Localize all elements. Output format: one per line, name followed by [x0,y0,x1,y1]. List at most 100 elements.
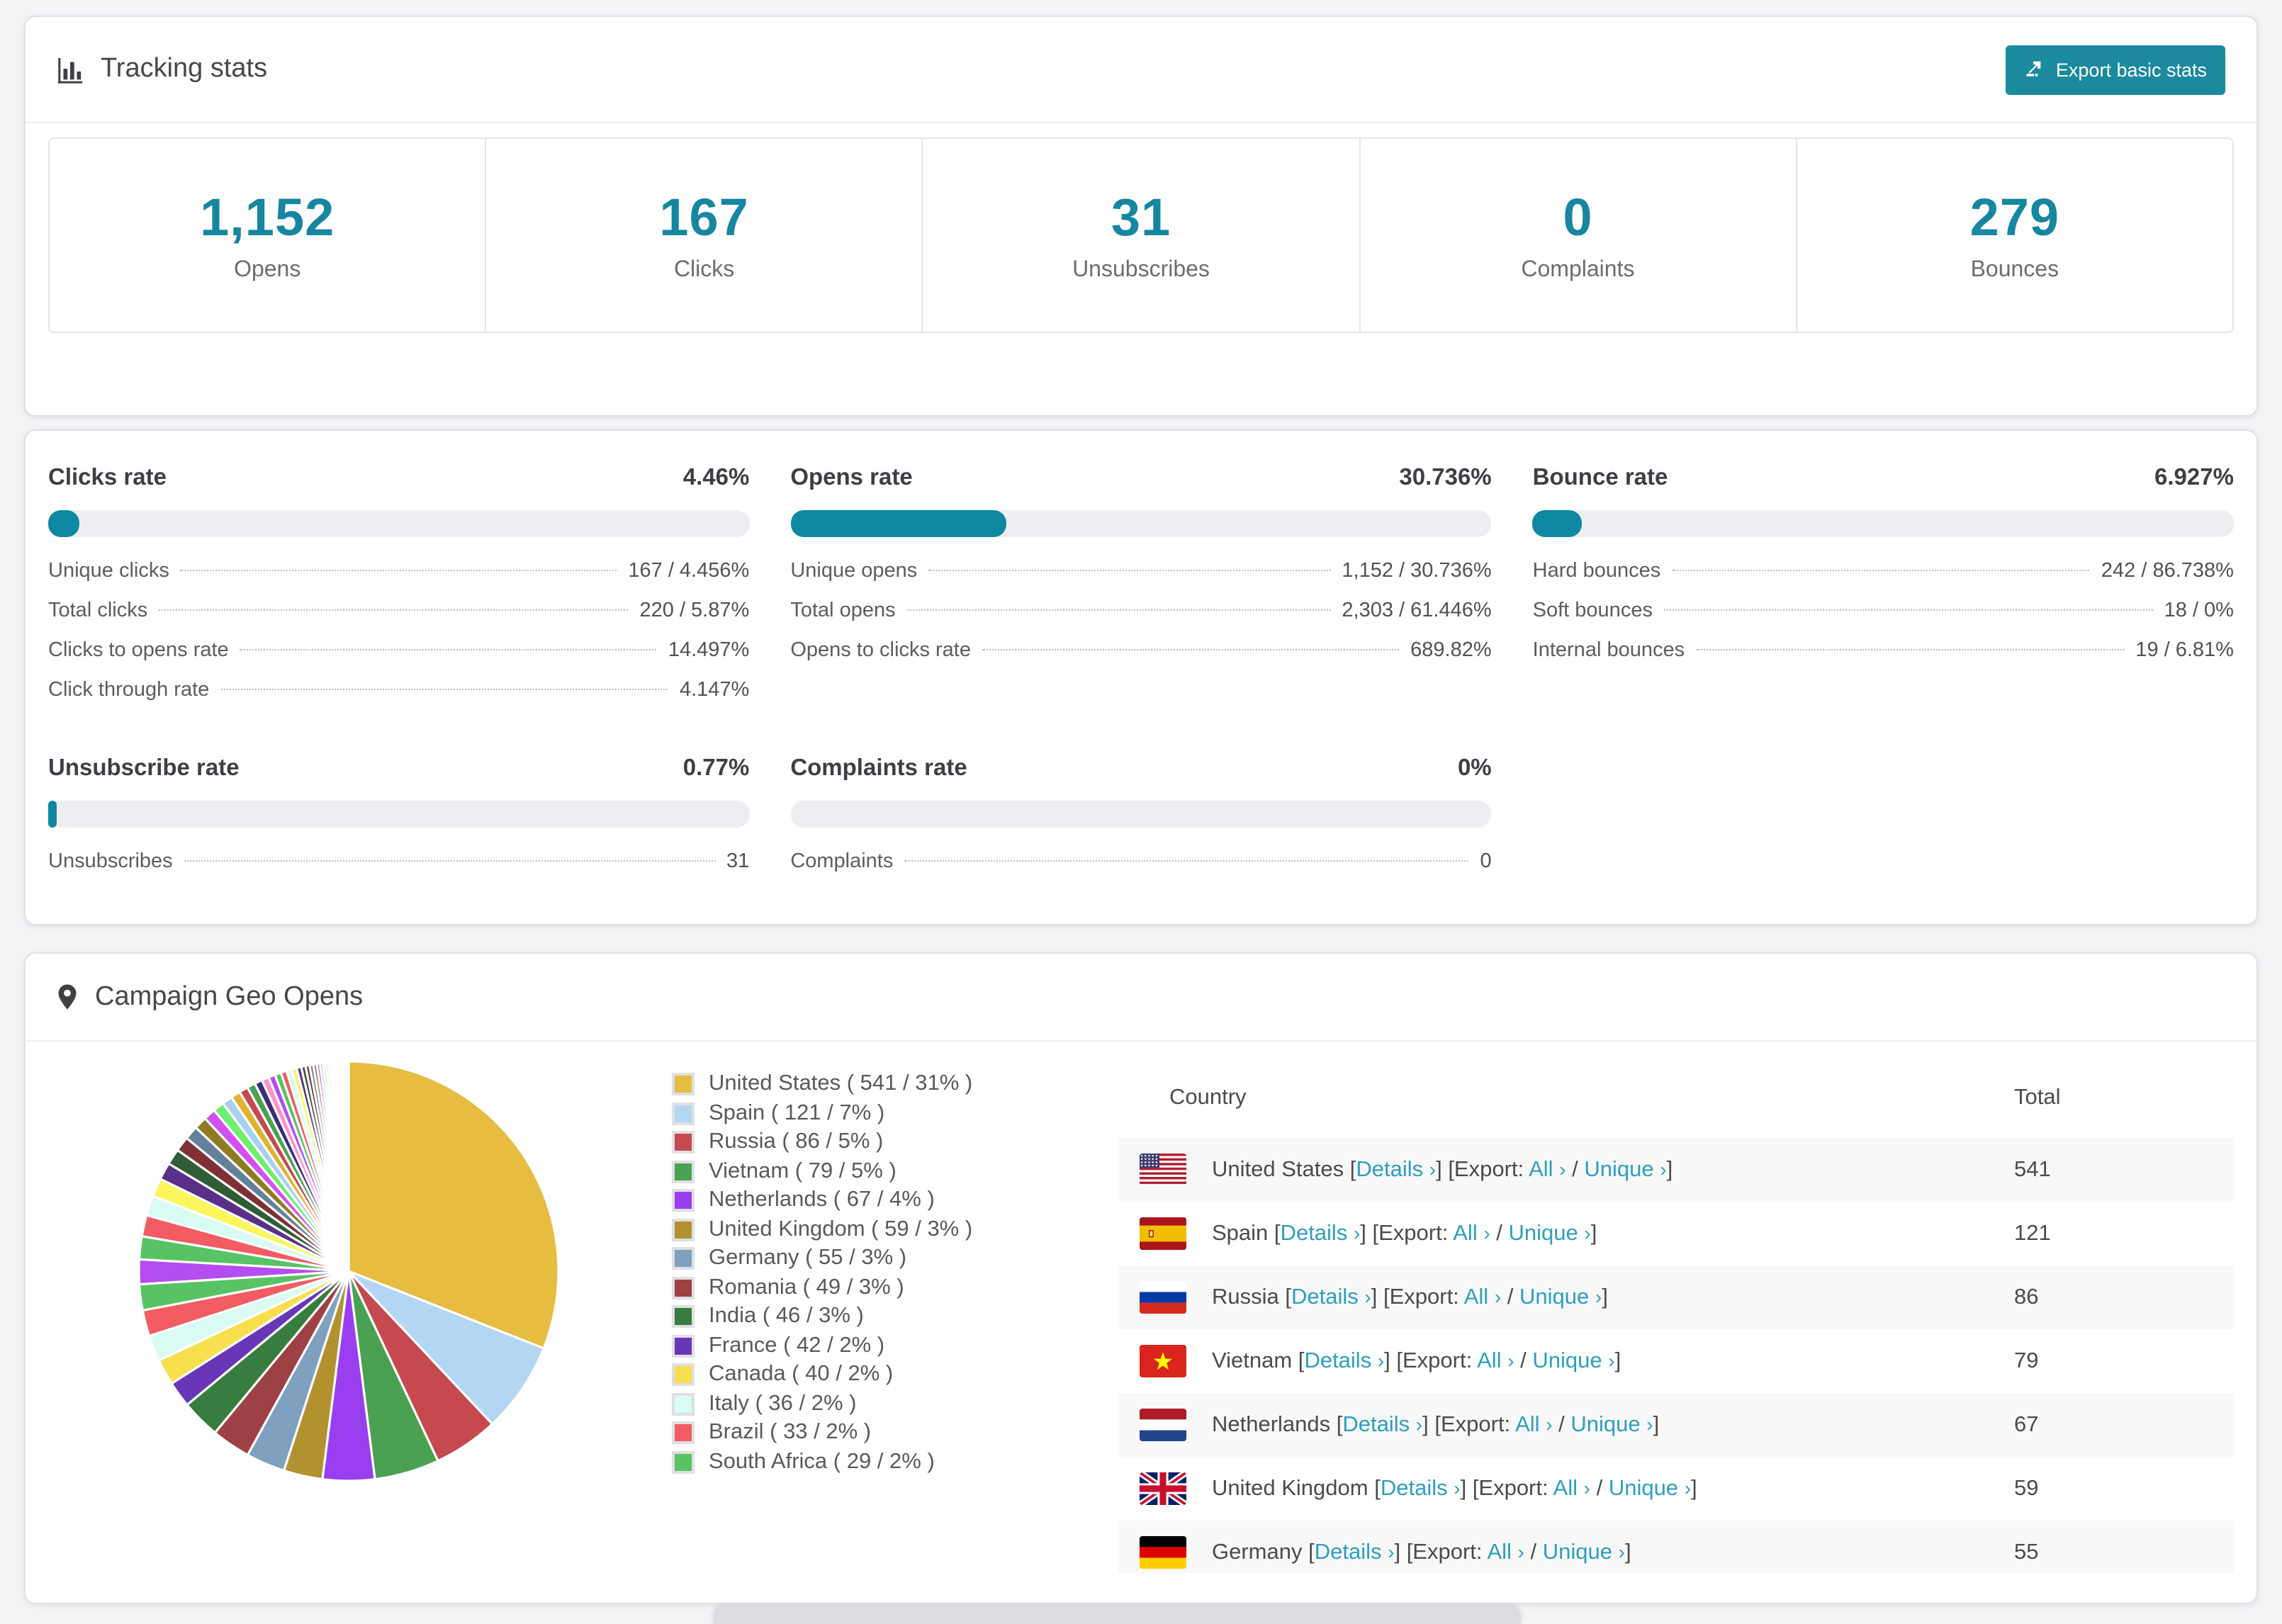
country-total: 67 [2014,1412,2039,1436]
country-cell: Spain [Details ›] [Export: All › / Uniqu… [1118,1217,2014,1250]
details-link[interactable]: Details › [1304,1348,1384,1372]
stat-label: Bounces [1970,257,2059,281]
chevron-right-icon: › [1546,1412,1553,1435]
export-all-link[interactable]: All › [1477,1348,1514,1372]
es-flag-icon [1140,1217,1186,1250]
chevron-right-icon: › [1415,1412,1423,1435]
rate-detail-value: 689.82% [1410,639,1492,662]
chevron-right-icon: › [1494,1285,1502,1307]
tracking-stats-header: Tracking stats Export basic stats [26,17,2256,123]
legend-label: India ( 46 / 3% ) [709,1304,864,1329]
bottom-sheet-edge [713,1606,1521,1624]
country-links-text: United Kingdom [Details ›] [Export: All … [1212,1476,1697,1500]
geo-table-wrap: Country Total United States [Details ›] … [1118,1059,2234,1584]
export-icon [2025,57,2045,81]
gb-flag-icon [1140,1472,1186,1505]
country-total: 86 [2014,1285,2039,1309]
legend-swatch [672,1305,695,1329]
rate-progress-fill [48,510,80,537]
country-links-text: Germany [Details ›] [Export: All › / Uni… [1212,1540,1631,1564]
chevron-right-icon: › [1559,1157,1566,1180]
rate-detail-value: 242 / 86.738% [2101,560,2234,582]
export-unique-link[interactable]: Unique › [1609,1476,1691,1500]
export-all-link[interactable]: All › [1515,1412,1552,1436]
rate-detail-row: Unique opens 1,152 / 30.736% [790,560,1491,599]
legend-swatch [672,1247,695,1270]
country-total: 59 [2014,1476,2039,1500]
country-name: Vietnam [1212,1348,1293,1372]
stat-label: Opens [234,257,301,281]
export-unique-link[interactable]: Unique › [1509,1221,1591,1245]
country-total: 121 [2014,1221,2051,1245]
stat-box-opens: 1,152 Opens [50,139,487,332]
rate-value: 0% [1457,755,1492,781]
rate-detail-label: Total clicks [48,599,148,622]
rate-detail-label: Unique opens [790,560,918,582]
country-links-text: Netherlands [Details ›] [Export: All › /… [1212,1412,1660,1436]
details-link[interactable]: Details › [1342,1412,1422,1436]
chevron-right-icon: › [1429,1157,1437,1180]
legend-label: Spain ( 121 / 7% ) [709,1100,885,1125]
export-basic-stats-button[interactable]: Export basic stats [2006,45,2225,94]
export-unique-link[interactable]: Unique › [1570,1412,1653,1436]
country-total: 541 [2014,1157,2051,1181]
chevron-right-icon: › [1454,1476,1461,1499]
legend-item-romania: Romania ( 49 / 3% ) [672,1273,1118,1302]
legend-swatch [672,1392,695,1416]
legend-item-vietnam: Vietnam ( 79 / 5% ) [672,1157,1118,1186]
pie-slice [346,1060,350,1273]
rate-block-bounce-rate: Bounce rate 6.927% Hard bounces 242 / 86.73… [1532,465,2234,718]
country-links-text: Vietnam [Details ›] [Export: All › / Uni… [1212,1348,1621,1372]
rate-detail-label: Hard bounces [1532,560,1661,582]
us-flag-icon [1140,1154,1186,1186]
geo-country-table: Country Total United States [Details ›] … [1118,1059,2234,1584]
export-all-link[interactable]: All › [1453,1221,1490,1245]
export-unique-link[interactable]: Unique › [1519,1285,1602,1309]
country-total: 79 [2014,1348,2039,1372]
stat-box-bounces: 279 Bounces [1797,139,2232,332]
details-link[interactable]: Details › [1291,1285,1371,1309]
country-cell: Russia [Details ›] [Export: All › / Uniq… [1118,1281,2014,1314]
chevron-right-icon: › [1584,1221,1591,1244]
rates-grid: Clicks rate 4.46% Unique clicks 167 / 4.456… [26,431,2256,890]
details-link[interactable]: Details › [1356,1157,1436,1181]
export-unique-link[interactable]: Unique › [1543,1540,1625,1564]
rate-title: Bounce rate [1532,465,1668,490]
legend-swatch [672,1218,695,1241]
stat-label: Complaints [1521,257,1635,281]
rate-detail-label: Opens to clicks rate [790,639,971,662]
rate-progress-track [790,801,1492,828]
country-links-text: United States [Details ›] [Export: All ›… [1212,1157,1673,1181]
export-all-link[interactable]: All › [1487,1540,1524,1564]
country-name: United Kingdom [1212,1476,1368,1500]
legend-item-brazil: Brazil ( 33 / 2% ) [672,1419,1118,1448]
geo-table-row-vn: Vietnam [Details ›] [Export: All › / Uni… [1118,1329,2234,1393]
export-all-link[interactable]: All › [1529,1157,1566,1181]
rate-value: 6.927% [2154,465,2234,490]
geo-table-row-ru: Russia [Details ›] [Export: All › / Uniq… [1118,1265,2234,1329]
details-link[interactable]: Details › [1315,1540,1395,1564]
geo-table-row-de: Germany [Details ›] [Export: All › / Uni… [1118,1521,2234,1584]
export-all-link[interactable]: All › [1553,1476,1590,1500]
legend-item-united-kingdom: United Kingdom ( 59 / 3% ) [672,1215,1118,1244]
rate-detail-value: 14.497% [668,639,750,662]
legend-label: Russia ( 86 / 5% ) [709,1129,884,1154]
vn-flag-icon [1140,1345,1186,1377]
legend-item-germany: Germany ( 55 / 3% ) [672,1244,1118,1273]
export-all-link[interactable]: All › [1464,1285,1501,1309]
export-unique-link[interactable]: Unique › [1584,1157,1666,1181]
rate-detail-value: 4.147% [679,679,750,701]
rate-detail-row: Soft bounces 18 / 0% [1533,599,2234,639]
rate-detail-row: Clicks to opens rate 14.497% [48,639,749,679]
export-unique-link[interactable]: Unique › [1532,1348,1614,1372]
legend-swatch [672,1334,695,1358]
country-name: United States [1212,1157,1344,1181]
stat-label: Clicks [673,257,735,281]
dotted-leader [180,570,617,571]
country-cell: Vietnam [Details ›] [Export: All › / Uni… [1118,1345,2014,1377]
rate-head: Complaints rate 0% [790,755,1491,782]
details-link[interactable]: Details › [1381,1476,1461,1500]
details-link[interactable]: Details › [1281,1221,1361,1245]
dotted-leader [159,609,629,611]
legend-swatch [672,1450,695,1474]
